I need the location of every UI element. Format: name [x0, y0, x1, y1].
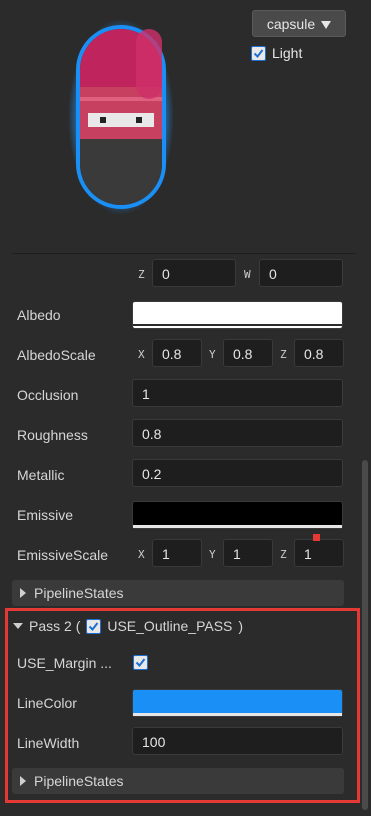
- line-color-label: LineColor: [17, 695, 77, 711]
- material-preview[interactable]: capsule Light: [0, 0, 371, 250]
- modified-indicator: [313, 534, 320, 541]
- use-margin-label: USE_Margin ...: [17, 655, 112, 671]
- metallic-row: Metallic 0.2: [0, 459, 371, 491]
- triangle-right-icon: [20, 588, 26, 598]
- occlusion-label: Occlusion: [17, 387, 79, 403]
- albedo-scale-z-input[interactable]: 0.8: [294, 339, 344, 367]
- albedo-scale-label: AlbedoScale: [17, 347, 96, 363]
- light-toggle[interactable]: Light: [251, 45, 302, 61]
- vector-zw-row: Z 0 W 0: [0, 259, 371, 291]
- emissive-scale-x-label: X: [138, 548, 145, 561]
- occlusion-row: Occlusion 1: [0, 379, 371, 411]
- use-margin-row: USE_Margin ...: [0, 647, 371, 679]
- checkmark-icon: [135, 658, 146, 668]
- metallic-input[interactable]: 0.2: [132, 459, 343, 487]
- z-axis-label: Z: [138, 268, 145, 281]
- line-width-row: LineWidth 100: [0, 727, 371, 759]
- emissive-scale-row: EmissiveScale X 1 Y 1 Z 1: [0, 539, 371, 571]
- inspector-scrollbar[interactable]: [362, 460, 368, 810]
- pipeline-states-foldout[interactable]: PipelineStates: [12, 580, 344, 606]
- line-width-label: LineWidth: [17, 735, 80, 751]
- albedo-scale-y-input[interactable]: 0.8: [223, 339, 273, 367]
- line-width-input[interactable]: 100: [132, 727, 343, 755]
- checkmark-icon: [89, 621, 99, 631]
- roughness-row: Roughness 0.8: [0, 419, 371, 451]
- w-axis-label: W: [244, 268, 251, 281]
- pass2-title-prefix: Pass 2 (: [29, 618, 81, 634]
- occlusion-input[interactable]: 1: [132, 379, 343, 407]
- use-margin-checkbox[interactable]: [133, 655, 148, 670]
- emissive-color-picker[interactable]: [132, 501, 343, 529]
- albedo-scale-x-label: X: [138, 348, 145, 361]
- pass2-pipeline-states-foldout[interactable]: PipelineStates: [12, 768, 344, 794]
- emissive-row: Emissive: [0, 499, 371, 531]
- triangle-down-icon: [321, 16, 332, 32]
- albedo-scale-row: AlbedoScale X 0.8 Y 0.8 Z 0.8: [0, 339, 371, 371]
- light-checkbox[interactable]: [251, 45, 266, 61]
- pass2-title-suffix: ): [238, 618, 244, 634]
- pass2-pipeline-states-label: PipelineStates: [34, 773, 124, 789]
- checkmark-icon: [253, 48, 264, 58]
- line-color-row: LineColor: [0, 687, 371, 719]
- panel-divider: [12, 253, 356, 254]
- light-label: Light: [272, 45, 303, 61]
- albedo-color-picker[interactable]: [132, 301, 343, 329]
- emissive-scale-z-label: Z: [280, 548, 287, 561]
- shape-select-value: capsule: [266, 15, 316, 32]
- vector-z-input[interactable]: 0: [152, 259, 236, 287]
- emissive-scale-label: EmissiveScale: [17, 547, 109, 563]
- emissive-scale-x-input[interactable]: 1: [152, 539, 202, 567]
- emissive-label: Emissive: [17, 507, 74, 523]
- albedo-label: Albedo: [17, 307, 61, 323]
- pass2-define-name: USE_Outline_PASS: [107, 618, 233, 634]
- roughness-input[interactable]: 0.8: [132, 419, 343, 447]
- capsule-preview-model: [66, 17, 176, 217]
- emissive-scale-z-input[interactable]: 1: [294, 539, 344, 567]
- line-color-picker[interactable]: [132, 689, 343, 717]
- vector-w-input[interactable]: 0: [259, 259, 343, 287]
- pipeline-states-label: PipelineStates: [34, 585, 124, 601]
- albedo-scale-y-label: Y: [209, 348, 216, 361]
- albedo-row: Albedo: [0, 299, 371, 331]
- emissive-scale-y-label: Y: [209, 548, 216, 561]
- pass2-enable-checkbox[interactable]: [86, 618, 102, 634]
- triangle-down-icon: [13, 623, 23, 629]
- pass2-header[interactable]: Pass 2 ( USE_Outline_PASS ): [13, 618, 243, 634]
- preview-shape-select[interactable]: capsule: [252, 10, 346, 37]
- roughness-label: Roughness: [17, 427, 88, 443]
- emissive-scale-y-input[interactable]: 1: [223, 539, 273, 567]
- albedo-scale-z-label: Z: [280, 348, 287, 361]
- metallic-label: Metallic: [17, 467, 65, 483]
- albedo-scale-x-input[interactable]: 0.8: [152, 339, 202, 367]
- triangle-right-icon: [20, 776, 26, 786]
